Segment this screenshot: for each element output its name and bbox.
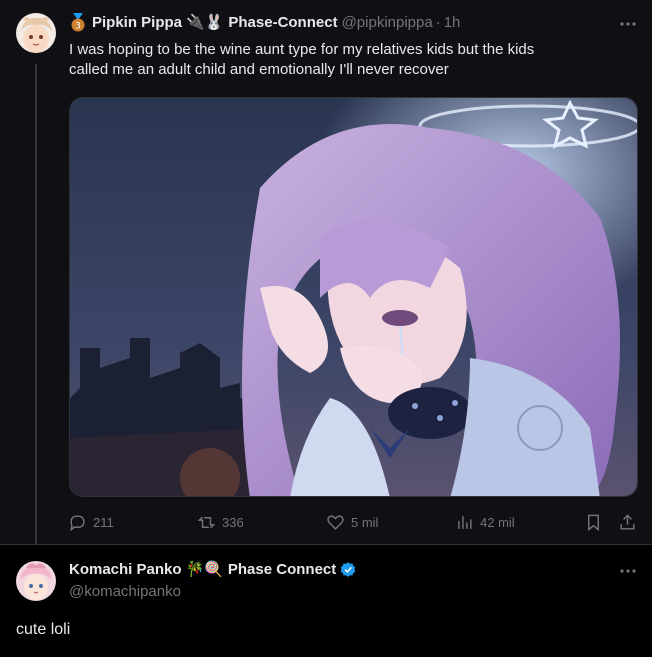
parent-tweet-actions: 211 336 5 mil 42 mil	[68, 510, 640, 534]
views-chart-icon	[458, 515, 472, 529]
repost-count: 336	[222, 514, 244, 530]
reply-more-options-button[interactable]	[616, 561, 640, 581]
name-badge-icons: 🔌🐰	[186, 14, 224, 31]
bookmark-icon	[588, 514, 599, 531]
repost-button[interactable]: 336	[197, 510, 244, 534]
reply-tweet[interactable]: Komachi Panko 🎋🍭 Phase Connect @komachip…	[0, 545, 652, 657]
views-count: 42 mil	[480, 514, 515, 530]
anime-illustration-icon	[70, 98, 637, 496]
parent-tweet-header: 3 Pipkin Pippa 🔌🐰 Phase-Connect @pipkinp…	[69, 13, 460, 33]
reply-name-badge-icons: 🎋🍭	[185, 561, 223, 578]
verified-badge-icon[interactable]	[339, 561, 357, 579]
reply-handle[interactable]: @komachipanko	[69, 582, 181, 602]
komachi-avatar[interactable]	[16, 561, 56, 601]
share-button[interactable]	[618, 510, 643, 534]
parent-affiliation[interactable]: Phase-Connect	[228, 13, 337, 33]
parent-tweet[interactable]: 3 Pipkin Pippa 🔌🐰 Phase-Connect @pipkinp…	[0, 0, 652, 545]
like-count: 5 mil	[351, 514, 379, 530]
parent-text-line-1: I was hoping to be the wine aunt type fo…	[69, 41, 535, 58]
like-button[interactable]: 5 mil	[326, 510, 378, 534]
reply-tweet-header: Komachi Panko 🎋🍭 Phase Connect	[69, 560, 357, 580]
parent-display-name[interactable]: Pipkin Pippa	[92, 13, 182, 33]
reply-button[interactable]: 211	[68, 510, 114, 534]
reply-count: 211	[93, 514, 114, 530]
parent-tweet-text: I was hoping to be the wine aunt type fo…	[69, 40, 534, 80]
separator-dot: ·	[435, 14, 441, 31]
thread-connector-line	[35, 64, 37, 545]
ellipsis-icon	[620, 569, 636, 573]
reply-icon	[70, 514, 85, 531]
reply-handle-row: @komachipanko	[69, 582, 181, 602]
bronze-medal-icon: 3	[69, 13, 87, 33]
parent-handle[interactable]: @pipkinpippa	[342, 13, 433, 33]
heart-icon	[327, 514, 344, 530]
pipkin-avatar[interactable]	[16, 13, 56, 53]
reply-display-name[interactable]: Komachi Panko	[69, 560, 182, 580]
tweet-media-image[interactable]	[69, 97, 638, 497]
share-icon	[620, 513, 635, 530]
ellipsis-icon	[620, 22, 636, 26]
views-button[interactable]: 42 mil	[455, 510, 515, 534]
repost-icon	[197, 515, 216, 529]
parent-text-line-2: called me an adult child and emotionally…	[69, 61, 449, 78]
parent-timestamp[interactable]: 1h	[444, 13, 461, 33]
bookmark-button[interactable]	[584, 510, 609, 534]
reply-tweet-text: cute loli	[16, 621, 71, 638]
parent-more-options-button[interactable]	[616, 14, 640, 34]
svg-text:3: 3	[75, 22, 81, 32]
reply-affiliation[interactable]: Phase Connect	[228, 560, 336, 580]
